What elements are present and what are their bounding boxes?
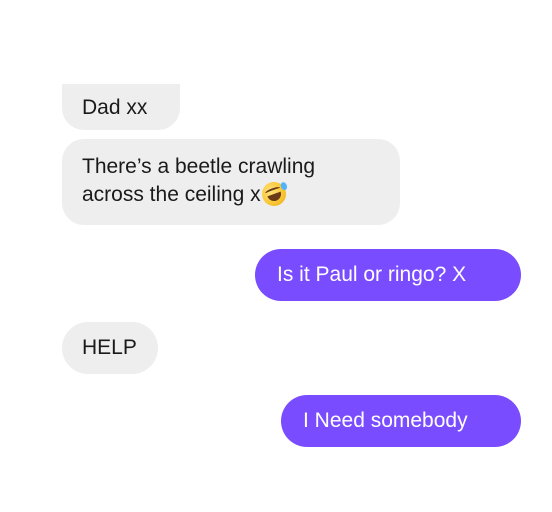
chat-thread: Dad xx There’s a beetle crawling across … xyxy=(0,0,552,512)
rolling-on-floor-laughing-emoji-icon xyxy=(258,178,289,210)
message-bubble-incoming: HELP xyxy=(62,322,158,374)
message-bubble-incoming: There’s a beetle crawling across the cei… xyxy=(62,139,400,225)
message-bubble-outgoing: Is it Paul or ringo? X xyxy=(255,249,521,301)
message-text: Dad xx xyxy=(82,96,148,119)
message-bubble-incoming: Dad xx xyxy=(62,84,180,130)
message-text: Is it Paul or ringo? X xyxy=(277,263,467,286)
tear-drop-icon xyxy=(279,181,288,191)
message-text: I Need somebody xyxy=(303,409,468,432)
message-text-line: across the ceiling x xyxy=(82,178,382,210)
message-text: HELP xyxy=(82,336,137,359)
message-bubble-outgoing: I Need somebody xyxy=(281,395,521,447)
message-text-line: There’s a beetle crawling xyxy=(82,155,316,178)
message-text-line-content: across the ceiling x xyxy=(82,183,261,206)
